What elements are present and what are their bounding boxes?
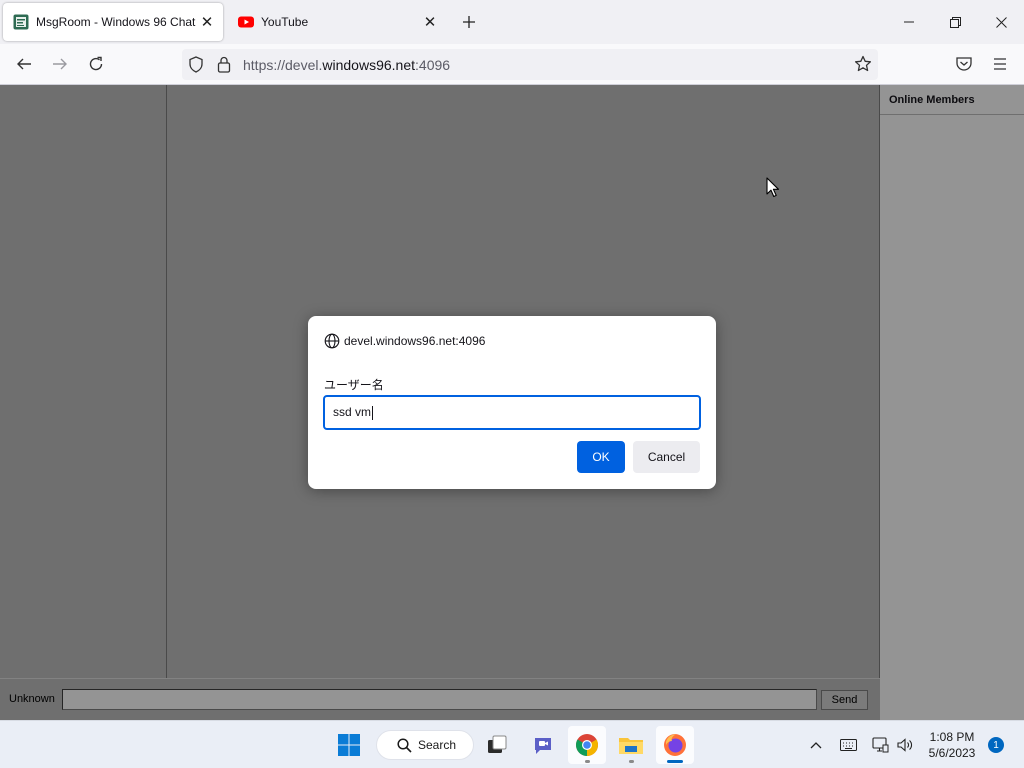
network-indicator[interactable] xyxy=(868,721,892,768)
reload-button[interactable] xyxy=(81,50,111,78)
forward-button[interactable] xyxy=(45,50,75,78)
restore-button[interactable] xyxy=(932,0,978,44)
pocket-icon[interactable] xyxy=(950,50,978,78)
dialog-origin: devel.windows96.net:4096 xyxy=(324,333,485,349)
cancel-button[interactable]: Cancel xyxy=(633,441,700,473)
url-prefix: https://devel. xyxy=(243,57,323,73)
windows-taskbar: Search 1:08 PM 5/6/2023 1 xyxy=(0,720,1024,768)
minimize-button[interactable] xyxy=(886,0,932,44)
keyboard-icon xyxy=(839,739,857,751)
firefox-icon xyxy=(664,734,686,756)
task-view-button[interactable] xyxy=(478,726,516,764)
tab-close-icon[interactable]: ✕ xyxy=(199,14,215,31)
windows-logo-icon xyxy=(338,734,360,756)
input-indicator[interactable] xyxy=(836,721,860,768)
firefox-taskbar-button[interactable] xyxy=(656,726,694,764)
file-explorer-button[interactable] xyxy=(612,726,650,764)
clock-time: 1:08 PM xyxy=(929,730,975,744)
active-indicator xyxy=(667,760,683,763)
reload-icon xyxy=(89,56,103,71)
url-host: windows96.net xyxy=(322,57,416,73)
address-bar[interactable]: https://devel.windows96.net:4096 xyxy=(182,49,878,80)
tab-youtube[interactable]: YouTube ✕ xyxy=(228,3,446,41)
speaker-icon xyxy=(897,738,912,752)
plus-icon xyxy=(463,16,475,28)
youtube-favicon-icon xyxy=(238,16,254,28)
bookmark-star-icon[interactable] xyxy=(854,55,872,73)
tab-strip: MsgRoom - Windows 96 Chat ✕ YouTube ✕ xyxy=(0,0,1024,44)
restore-icon xyxy=(949,16,961,28)
msgroom-favicon-icon xyxy=(13,14,29,30)
minimize-icon xyxy=(904,21,914,23)
chrome-icon xyxy=(576,734,598,756)
close-window-button[interactable] xyxy=(978,0,1024,44)
chevron-up-icon xyxy=(810,742,822,749)
close-icon xyxy=(995,16,1007,28)
arrow-left-icon xyxy=(17,58,31,70)
back-button[interactable] xyxy=(9,50,39,78)
notification-badge[interactable]: 1 xyxy=(988,737,1004,753)
globe-icon xyxy=(324,333,340,349)
taskbar-search[interactable]: Search xyxy=(376,730,474,760)
new-tab-button[interactable] xyxy=(458,11,480,33)
lock-icon[interactable] xyxy=(217,56,231,73)
taskbar-clock[interactable]: 1:08 PM 5/6/2023 xyxy=(920,729,984,761)
task-view-icon xyxy=(488,735,507,753)
tab-title: YouTube xyxy=(261,15,309,29)
hamburger-menu-icon[interactable] xyxy=(986,50,1014,78)
search-icon xyxy=(397,737,412,753)
teams-chat-button[interactable] xyxy=(524,726,562,764)
dialog-origin-text: devel.windows96.net:4096 xyxy=(344,334,486,348)
volume-indicator[interactable] xyxy=(894,721,916,768)
navigation-toolbar: https://devel.windows96.net:4096 xyxy=(0,44,1024,85)
search-label: Search xyxy=(418,738,457,752)
url-suffix: :4096 xyxy=(415,57,451,73)
chat-icon xyxy=(535,738,551,754)
running-indicator xyxy=(585,760,590,763)
tab-close-icon[interactable]: ✕ xyxy=(422,14,438,31)
text-caret xyxy=(372,405,374,420)
ok-button[interactable]: OK xyxy=(577,441,625,473)
arrow-right-icon xyxy=(53,58,67,70)
username-label: ユーザー名 xyxy=(324,378,384,392)
tab-msgroom[interactable]: MsgRoom - Windows 96 Chat ✕ xyxy=(3,3,223,41)
username-input-value: ssd vm xyxy=(333,405,372,419)
running-indicator xyxy=(629,760,634,763)
username-prompt-dialog: devel.windows96.net:4096 ユーザー名 ssd vm OK… xyxy=(308,316,716,489)
username-input[interactable]: ssd vm xyxy=(323,395,701,430)
mouse-pointer-icon xyxy=(766,177,780,198)
folder-icon xyxy=(619,738,643,754)
network-icon xyxy=(872,737,889,753)
clock-date: 5/6/2023 xyxy=(928,746,976,760)
tracking-protection-shield-icon[interactable] xyxy=(188,56,204,73)
show-hidden-icons-button[interactable] xyxy=(806,721,826,768)
chrome-taskbar-button[interactable] xyxy=(568,726,606,764)
url-text[interactable]: https://devel.windows96.net:4096 xyxy=(243,57,450,73)
start-button[interactable] xyxy=(330,726,368,764)
tab-title: MsgRoom - Windows 96 Chat xyxy=(36,15,196,29)
